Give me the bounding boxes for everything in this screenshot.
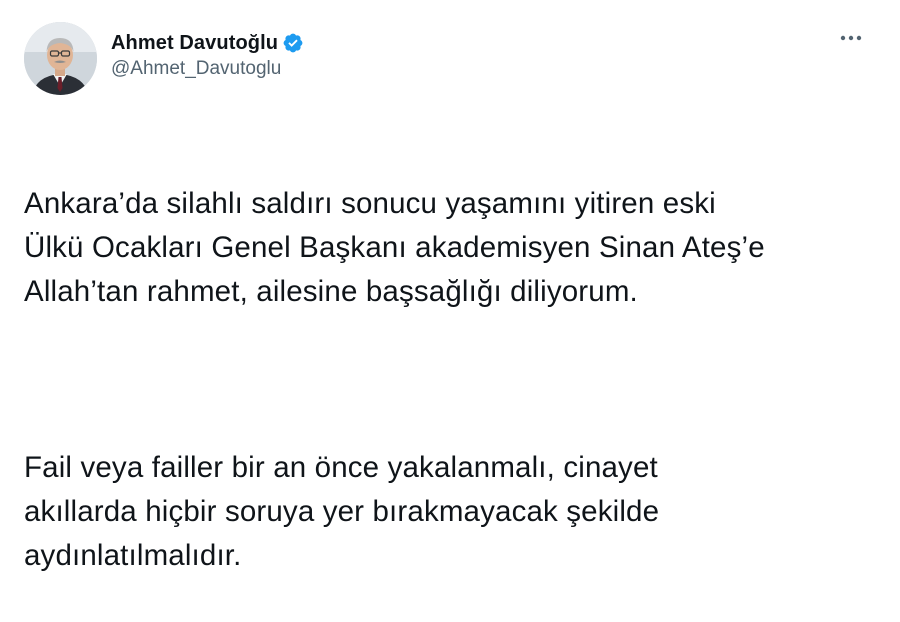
more-options-icon <box>840 35 862 41</box>
author-identity: Ahmet Davutoğlu @Ahmet_Davutoglu <box>111 30 304 80</box>
name-row: Ahmet Davutoğlu <box>111 30 304 56</box>
author-handle[interactable]: @Ahmet_Davutoglu <box>111 58 304 80</box>
avatar[interactable] <box>24 22 97 95</box>
tweet-text: Ankara’da silahlı saldırı sonucu yaşamın… <box>24 138 876 622</box>
tweet-card: Ahmet Davutoğlu @Ahmet_Davutoglu Ankara’… <box>0 0 900 572</box>
tweet-paragraph-1: Ankara’da silahlı saldırı sonucu yaşamın… <box>24 187 765 308</box>
more-options-button[interactable] <box>836 28 866 48</box>
display-name[interactable]: Ahmet Davutoğlu <box>111 32 278 55</box>
tweet-header: Ahmet Davutoğlu @Ahmet_Davutoglu <box>24 22 876 102</box>
verified-badge-icon <box>282 32 304 54</box>
tweet-paragraph-2: Fail veya failler bir an önce yakalanmal… <box>24 451 660 572</box>
avatar-image <box>24 22 97 95</box>
